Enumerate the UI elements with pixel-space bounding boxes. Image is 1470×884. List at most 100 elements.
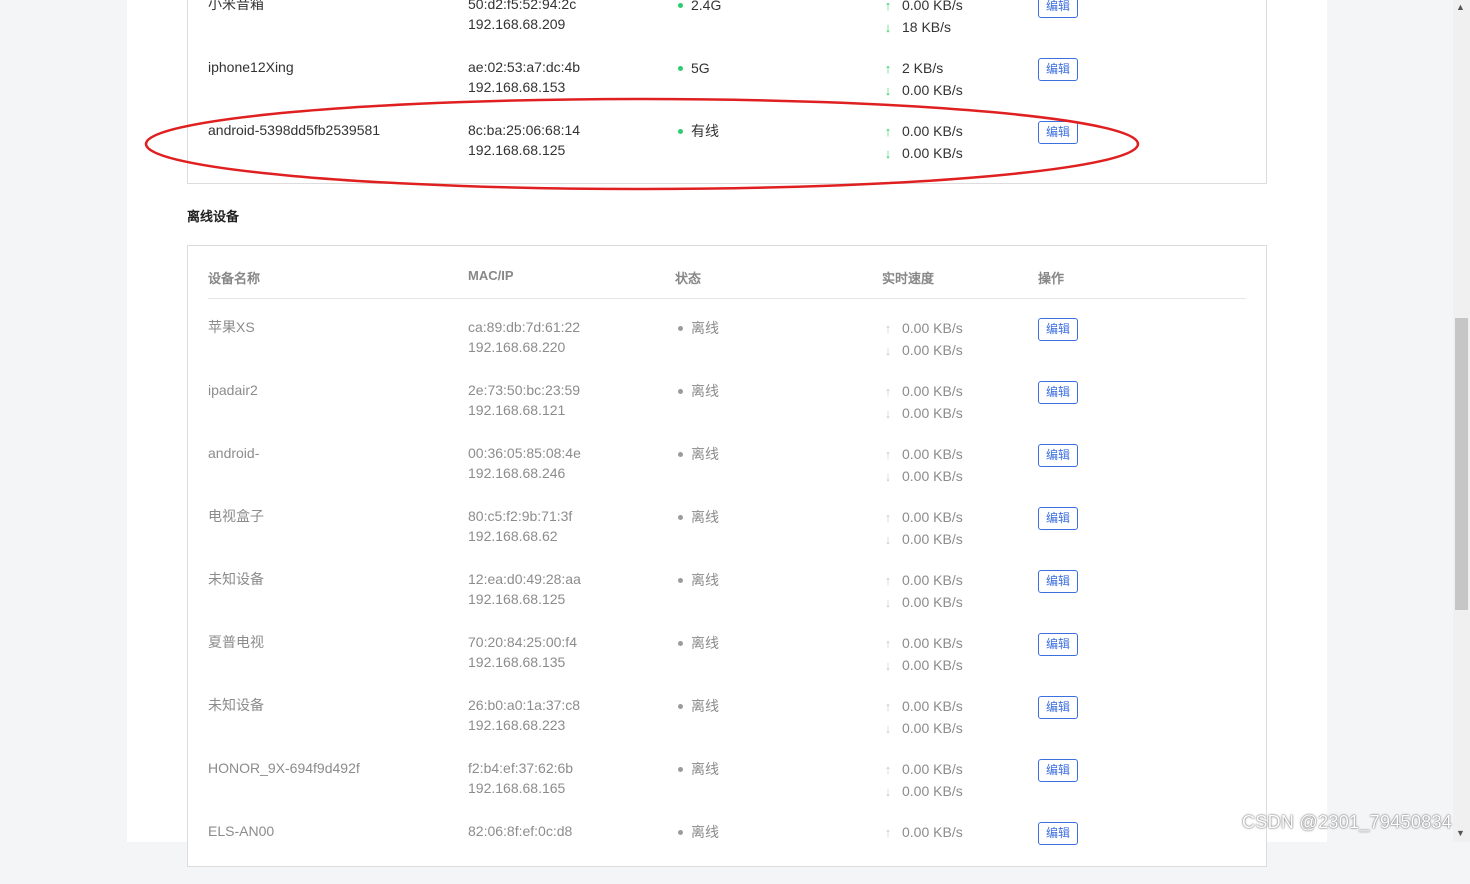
- edit-button[interactable]: 编辑: [1038, 58, 1078, 81]
- header-mac-ip: MAC/IP: [468, 268, 514, 283]
- edit-button[interactable]: 编辑: [1038, 318, 1078, 341]
- arrow-down-icon: ↓: [884, 146, 892, 161]
- upload-speed-value: 0.00 KB/s: [902, 509, 963, 525]
- ip-address: 192.168.68.209: [468, 16, 566, 32]
- status-dot-icon: [678, 766, 683, 772]
- mac-ip-cell: ca:89:db:7d:61:22 192.168.68.220: [468, 317, 580, 357]
- mac-ip-cell: 12:ea:d0:49:28:aa 192.168.68.125: [468, 569, 581, 609]
- mac-ip-cell: 70:20:84:25:00:f4 192.168.68.135: [468, 632, 577, 672]
- status-dot-icon: [678, 640, 683, 646]
- arrow-up-icon: ↑: [884, 61, 892, 76]
- upload-speed: ↑ 0.00 KB/s: [882, 759, 963, 781]
- arrow-up-icon: ↑: [884, 0, 892, 13]
- operation-cell: 编辑: [1038, 570, 1078, 593]
- status-cell: 离线: [678, 822, 719, 842]
- table-row: android-5398dd5fb2539581 8c:ba:25:06:68:…: [188, 120, 1266, 183]
- mac-ip-cell: 82:06:8f:ef:0c:d8: [468, 821, 572, 841]
- status-text: 离线: [691, 635, 719, 651]
- scroll-up-icon[interactable]: ▲: [1456, 2, 1465, 12]
- speed-cell: ↑ 0.00 KB/s ↓ 0.00 KB/s: [882, 444, 963, 488]
- download-speed-value: 0.00 KB/s: [902, 82, 963, 98]
- edit-button[interactable]: 编辑: [1038, 0, 1078, 18]
- status-dot-icon: [678, 577, 683, 583]
- status-cell: 5G: [678, 58, 710, 78]
- operation-cell: 编辑: [1038, 58, 1078, 81]
- header-operation: 操作: [1038, 271, 1065, 286]
- upload-speed: ↑ 0.00 KB/s: [882, 570, 963, 592]
- speed-cell: ↑0.00 KB/s ↓: [882, 822, 963, 844]
- operation-cell: 编辑: [1038, 696, 1078, 719]
- operation-cell: 编辑: [1038, 633, 1078, 656]
- arrow-up-icon: ↑: [884, 321, 892, 336]
- status-cell: 离线: [678, 444, 719, 464]
- arrow-up-icon: ↑: [884, 762, 892, 777]
- upload-speed-value: 0.00 KB/s: [902, 446, 963, 462]
- mac-address: 70:20:84:25:00:f4: [468, 634, 577, 650]
- online-devices-table: 小米音箱 50:d2:f5:52:94:2c 192.168.68.209 2.…: [187, 0, 1267, 184]
- device-name: ELS-AN00: [208, 823, 275, 839]
- status-text: 离线: [691, 761, 719, 777]
- arrow-down-icon: ↓: [884, 469, 892, 484]
- upload-speed: ↑ 0.00 KB/s: [882, 822, 963, 844]
- status-dot-icon: [678, 325, 683, 331]
- status-dot-icon: [678, 451, 683, 457]
- arrow-up-icon: ↑: [884, 573, 892, 588]
- mac-address: f2:b4:ef:37:62:6b: [468, 760, 574, 776]
- table-row: 未知设备 26:b0:a0:1a:37:c8 192.168.68.223 离线…: [188, 695, 1266, 758]
- arrow-down-icon: ↓: [884, 721, 892, 736]
- status-dot-icon: [678, 388, 683, 394]
- edit-button[interactable]: 编辑: [1038, 759, 1078, 782]
- device-name: 电视盒子: [208, 508, 264, 524]
- upload-speed-value: 0.00 KB/s: [902, 320, 963, 336]
- status-text: 离线: [691, 509, 719, 525]
- status-dot-icon: [678, 703, 683, 709]
- upload-speed-value: 0.00 KB/s: [902, 761, 963, 777]
- download-speed-value: 0.00 KB/s: [902, 145, 963, 161]
- download-speed: ↓ 0.00 KB/s: [882, 592, 963, 614]
- table-header: 设备名称 MAC/IP 状态 实时速度 操作: [208, 266, 1246, 299]
- status-cell: 有线: [678, 121, 719, 141]
- edit-button[interactable]: 编辑: [1038, 381, 1078, 404]
- mac-ip-cell: f2:b4:ef:37:62:6b 192.168.68.165: [468, 758, 573, 798]
- table-row: 未知设备 12:ea:d0:49:28:aa 192.168.68.125 离线…: [188, 569, 1266, 632]
- header-status: 状态: [675, 271, 702, 286]
- download-speed-value: 0.00 KB/s: [902, 720, 963, 736]
- status-cell: 离线: [678, 633, 719, 653]
- edit-button[interactable]: 编辑: [1038, 633, 1078, 656]
- download-speed-value: 0.00 KB/s: [902, 531, 963, 547]
- operation-cell: 编辑: [1038, 121, 1078, 144]
- arrow-down-icon: ↓: [884, 595, 892, 610]
- upload-speed: ↑ 0.00 KB/s: [882, 507, 963, 529]
- speed-cell: ↑ 0.00 KB/s ↓ 0.00 KB/s: [882, 759, 963, 803]
- upload-speed-value: 0.00 KB/s: [902, 698, 963, 714]
- ip-address: 192.168.68.165: [468, 780, 566, 796]
- operation-cell: 编辑: [1038, 381, 1078, 404]
- table-row: 苹果XS ca:89:db:7d:61:22 192.168.68.220 离线…: [188, 317, 1266, 380]
- arrow-down-icon: ↓: [884, 784, 892, 799]
- arrow-up-icon: ↑: [884, 510, 892, 525]
- upload-speed: ↑ 0.00 KB/s: [882, 121, 963, 143]
- table-row: 小米音箱 50:d2:f5:52:94:2c 192.168.68.209 2.…: [188, 0, 1266, 57]
- status-cell: 2.4G: [678, 0, 721, 15]
- scroll-down-icon[interactable]: ▼: [1456, 828, 1465, 838]
- edit-button[interactable]: 编辑: [1038, 507, 1078, 530]
- router-page: 小米音箱 50:d2:f5:52:94:2c 192.168.68.209 2.…: [127, 0, 1327, 867]
- speed-cell: ↑ 0.00 KB/s ↓ 0.00 KB/s: [882, 696, 963, 740]
- status-text: 2.4G: [691, 0, 722, 13]
- status-text: 5G: [691, 60, 710, 76]
- mac-address: 12:ea:d0:49:28:aa: [468, 571, 581, 587]
- download-speed-value: 0.00 KB/s: [902, 405, 963, 421]
- edit-button[interactable]: 编辑: [1038, 696, 1078, 719]
- edit-button[interactable]: 编辑: [1038, 570, 1078, 593]
- upload-speed-value: 0.00 KB/s: [902, 824, 963, 840]
- status-dot-icon: [678, 829, 683, 835]
- ip-address: 192.168.68.121: [468, 402, 566, 418]
- status-cell: 离线: [678, 759, 719, 779]
- speed-cell: ↑ 0.00 KB/s ↓ 0.00 KB/s: [882, 633, 963, 677]
- ip-address: 192.168.68.135: [468, 654, 566, 670]
- scrollbar-thumb[interactable]: [1455, 318, 1468, 610]
- edit-button[interactable]: 编辑: [1038, 444, 1078, 467]
- mac-address: 50:d2:f5:52:94:2c: [468, 0, 577, 12]
- mac-ip-cell: 80:c5:f2:9b:71:3f 192.168.68.62: [468, 506, 572, 546]
- edit-button[interactable]: 编辑: [1038, 121, 1078, 144]
